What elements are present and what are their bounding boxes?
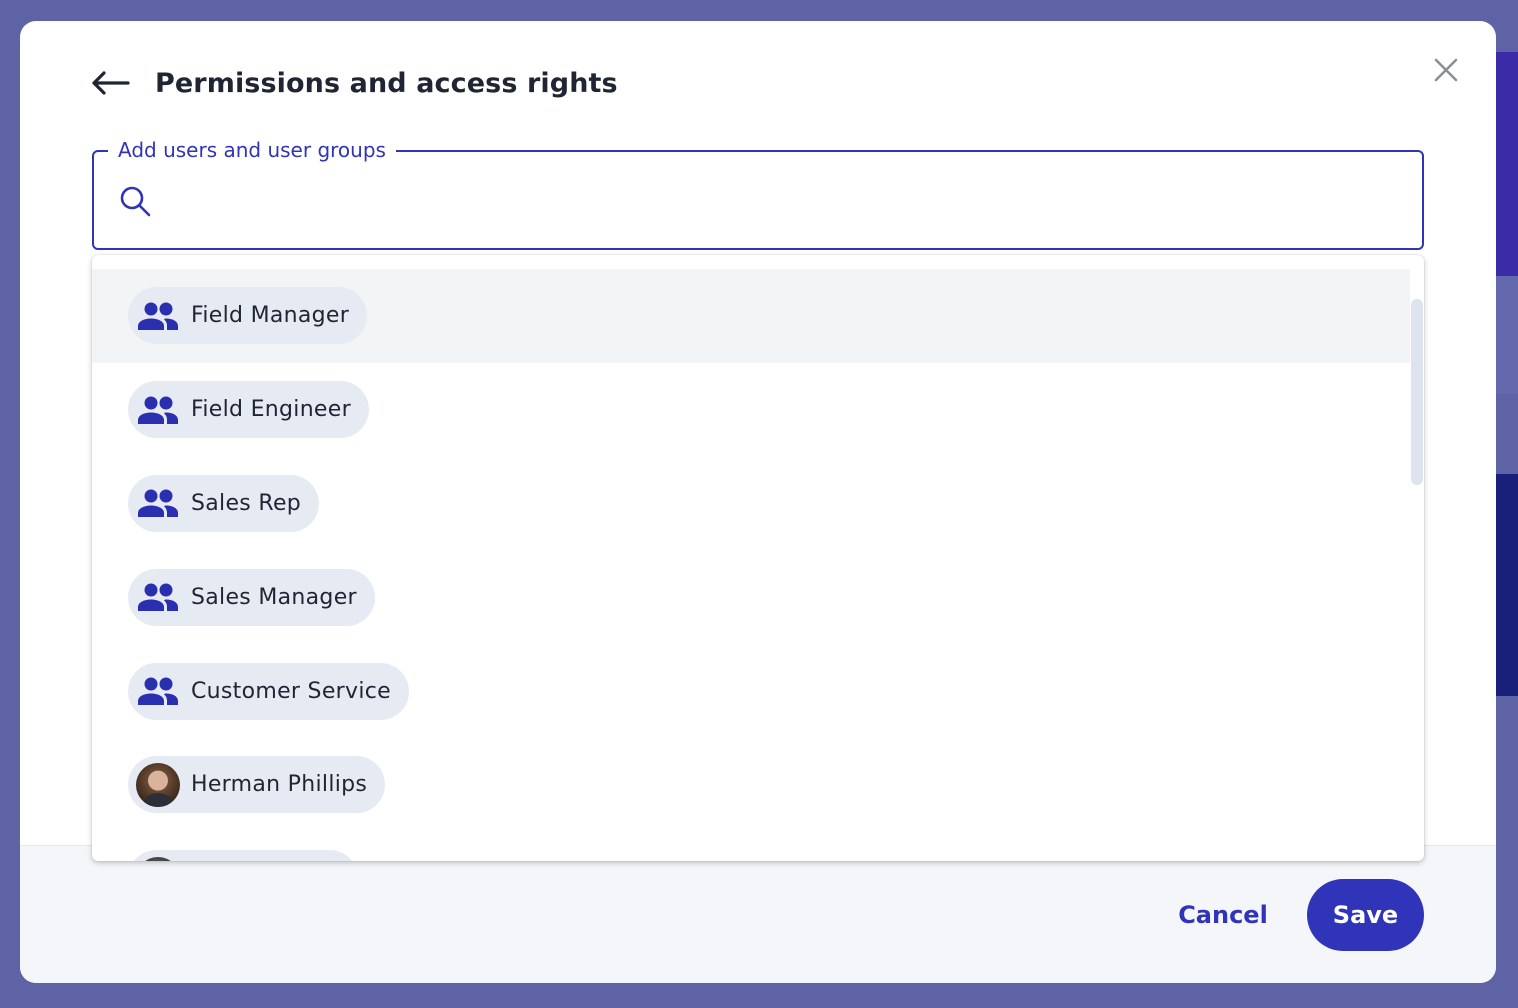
user-group-icon [136,669,180,713]
group-chip: Field Engineer [128,381,369,439]
user-group-icon [136,388,180,432]
list-item[interactable]: Customer Service [92,644,1410,738]
group-chip: Customer Service [128,662,409,720]
search-icon [120,186,151,217]
background-app-panel [1494,52,1518,276]
suggestions-list: Field Manager Field Engineer Sales Rep S… [92,269,1410,861]
dialog-title: Permissions and access rights [155,67,618,99]
option-label: Customer Service [191,678,391,704]
scrollbar-thumb[interactable] [1411,299,1423,485]
option-label: Herman Phillips [191,772,368,798]
list-item[interactable]: Sales Rep [92,457,1410,551]
cancel-button[interactable]: Cancel [1178,880,1268,950]
dialog-header: Permissions and access rights [90,63,618,103]
group-chip: Field Manager [128,287,368,345]
user-group-icon [136,575,180,619]
option-label: Sales Rep [191,490,302,516]
user-chip [128,850,358,861]
search-input[interactable] [164,172,1406,228]
arrow-left-icon [92,71,130,95]
suggestions-dropdown: Field Manager Field Engineer Sales Rep S… [92,255,1424,861]
list-item[interactable]: Field Engineer [92,363,1410,457]
user-group-icon [136,481,180,525]
list-item[interactable]: Sales Manager [92,550,1410,644]
user-search-field[interactable]: Add users and user groups [92,136,1424,250]
dropdown-scrollbar[interactable] [1410,269,1423,861]
search-field-label: Add users and user groups [108,136,396,164]
option-label: Field Manager [191,303,350,329]
group-chip: Sales Manager [128,568,375,626]
user-chip: Herman Phillips [128,756,386,814]
option-label: Field Engineer [191,397,351,423]
user-avatar [136,762,180,807]
user-avatar [136,856,180,861]
background-app-panel [1494,276,1518,394]
list-item[interactable]: Herman Phillips [92,738,1410,832]
user-group-icon [136,294,180,338]
list-item[interactable]: Field Manager [92,269,1410,363]
group-chip: Sales Rep [128,474,320,532]
close-button[interactable] [1430,54,1462,86]
back-button[interactable] [90,63,132,103]
background-app-panel [1494,474,1518,696]
list-item[interactable] [92,832,1410,861]
option-label: Sales Manager [191,584,357,610]
save-button[interactable]: Save [1307,879,1424,951]
dialog-footer [20,845,1496,983]
permissions-dialog: Permissions and access rights Add users … [20,21,1496,983]
close-icon [1434,58,1458,82]
